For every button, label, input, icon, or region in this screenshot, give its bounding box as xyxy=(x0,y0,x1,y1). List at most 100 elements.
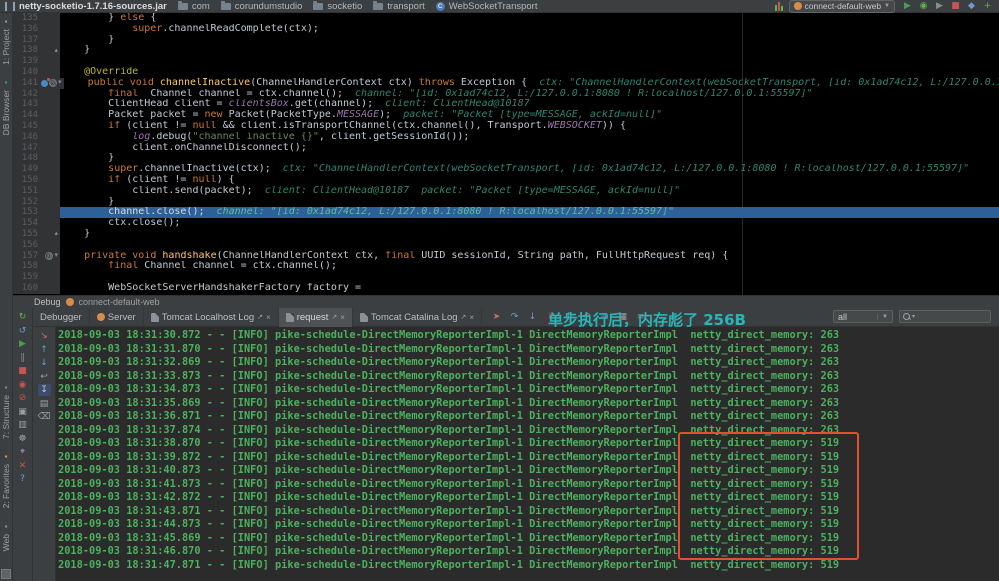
detach-tab-icon[interactable]: ↗ xyxy=(461,313,467,321)
debug-button[interactable]: ◉ xyxy=(917,0,930,12)
log-level-filter-select[interactable]: all ▼ xyxy=(833,310,893,323)
resume-icon[interactable]: ▶ xyxy=(16,338,29,350)
breadcrumb-item[interactable]: socketio xyxy=(313,1,362,12)
editor-gutter[interactable]: 152 xyxy=(13,196,60,208)
code-line[interactable]: 140 @Override xyxy=(13,66,999,78)
code-line[interactable]: 146 log.debug("channel inactive {}", cli… xyxy=(13,131,999,143)
rerun-icon[interactable]: ↺ xyxy=(16,325,29,337)
toolwindow-switcher-icon[interactable] xyxy=(1,569,11,579)
close-tab-icon[interactable]: × xyxy=(266,313,271,322)
code-line[interactable]: 157 @ ▾ private void handshake(ChannelHand… xyxy=(13,250,999,262)
console-output[interactable]: 2018-09-03 18:31:30.872 - - [INFO] pike-… xyxy=(56,327,999,581)
print-icon[interactable]: ▤ xyxy=(38,398,51,410)
editor-gutter[interactable]: 143 xyxy=(13,99,60,111)
editor-gutter[interactable]: 145 xyxy=(13,120,60,132)
editor-gutter[interactable]: 150 xyxy=(13,174,60,186)
fold-start-icon[interactable]: ▾ xyxy=(54,252,58,260)
editor-gutter[interactable]: 157 @ ▾ xyxy=(13,250,60,262)
code-line[interactable]: 143 ClientHead client = clientsBox.get(c… xyxy=(13,99,999,111)
code-line[interactable]: 150 if (client != null) { xyxy=(13,174,999,186)
run-button[interactable]: ▶ xyxy=(901,0,914,12)
editor-gutter[interactable]: 151 xyxy=(13,185,60,197)
run-with-coverage-button[interactable]: ▶ xyxy=(933,0,946,12)
tab-tomcat-catalina-log[interactable]: Tomcat Catalina Log ↗ × xyxy=(353,307,483,327)
show-execution-point-icon[interactable]: ➤ xyxy=(490,311,503,323)
editor-gutter[interactable]: 140 xyxy=(13,66,60,78)
breadcrumb-item[interactable]: transport xyxy=(373,1,425,12)
view-breakpoints-icon[interactable]: ◉ xyxy=(16,379,29,391)
tab-debugger[interactable]: Debugger xyxy=(33,307,90,327)
soft-wrap-icon[interactable]: ↩ xyxy=(38,371,51,383)
code-line[interactable]: 145 if (client != null && client.isTrans… xyxy=(13,120,999,132)
code-line[interactable]: 152 } xyxy=(13,196,999,208)
execution-line[interactable]: 153 channel.close(); channel: "[id: 0x1a… xyxy=(13,207,999,219)
attach-debugger-icon[interactable]: ◆ xyxy=(965,0,978,12)
editor-gutter[interactable]: 146 xyxy=(13,131,60,143)
code-line[interactable]: 139 xyxy=(13,56,999,67)
breadcrumb-item[interactable]: corundumstudio xyxy=(220,1,302,12)
run-configuration-select[interactable]: connect-default-web ▼ xyxy=(788,0,895,13)
code-line[interactable]: 156 xyxy=(13,239,999,251)
code-line[interactable]: 141 @ ▾ public void channelInactive(Channe… xyxy=(13,77,999,89)
editor-gutter[interactable]: 142 xyxy=(13,88,60,100)
tab-server[interactable]: Server xyxy=(90,307,144,327)
code-line[interactable]: 138 ▴ } xyxy=(13,45,999,57)
fold-end-icon[interactable]: ▴ xyxy=(54,230,58,238)
editor-gutter[interactable]: 158 xyxy=(13,261,60,273)
tab-request[interactable]: request ↗ × xyxy=(278,307,353,327)
breadcrumb-item[interactable]: com xyxy=(177,1,210,12)
editor-gutter[interactable]: 160 xyxy=(13,282,60,294)
settings-icon[interactable]: ☸ xyxy=(16,433,29,445)
code-editor[interactable]: 135 } else {136 super.channelReadComplet… xyxy=(13,13,999,295)
editor-gutter[interactable]: 141 @ ▾ xyxy=(13,77,64,89)
editor-gutter[interactable]: 149 xyxy=(13,164,60,175)
editor-gutter[interactable]: 154 xyxy=(13,218,60,229)
breadcrumb-item[interactable]: C WebSocketTransport xyxy=(435,1,537,12)
stop-icon[interactable]: ■ xyxy=(16,365,29,377)
override-icon[interactable]: @ xyxy=(49,79,57,88)
fold-start-icon[interactable]: ▾ xyxy=(58,79,62,87)
restore-layout-icon[interactable]: ▥ xyxy=(16,419,29,431)
code-line[interactable]: 148 } xyxy=(13,153,999,165)
editor-gutter[interactable]: 159 xyxy=(13,272,60,283)
show-execution-point-icon[interactable]: ↘ xyxy=(38,330,51,342)
code-line[interactable]: 155 ▴ } xyxy=(13,228,999,240)
editor-gutter[interactable]: 155 ▴ xyxy=(13,228,60,240)
editor-gutter[interactable]: 137 xyxy=(13,34,60,46)
code-line[interactable]: 154 ctx.close(); xyxy=(13,218,999,229)
editor-gutter[interactable]: 148 xyxy=(13,153,60,165)
down-stack-trace-icon[interactable]: ↓ xyxy=(38,357,51,369)
console-search-input[interactable]: ▾ xyxy=(899,310,991,323)
code-line[interactable]: 142 final Channel channel = ctx.channel(… xyxy=(13,88,999,100)
editor-gutter[interactable]: 136 xyxy=(13,23,60,35)
mute-breakpoints-icon[interactable]: ⊘ xyxy=(16,392,29,404)
clear-all-icon[interactable]: ⌫ xyxy=(38,411,51,423)
code-line[interactable]: 149 super.channelInactive(ctx); ctx: "Ch… xyxy=(13,164,999,175)
sidebar-item-structure[interactable]: ▪ 7: Structure xyxy=(1,384,11,439)
code-line[interactable]: 137 } xyxy=(13,34,999,46)
fold-end-icon[interactable]: ▴ xyxy=(54,47,58,55)
code-line[interactable]: 159 xyxy=(13,272,999,283)
code-line[interactable]: 135 } else { xyxy=(13,13,999,24)
close-icon[interactable]: ✕ xyxy=(16,460,29,472)
code-line[interactable]: 136 super.channelReadComplete(ctx); xyxy=(13,23,999,35)
plant-tool-icon[interactable]: + xyxy=(981,0,994,12)
editor-gutter[interactable]: 144 xyxy=(13,110,60,121)
sidebar-item-db-browser[interactable]: ▪ DB Browser xyxy=(1,78,11,135)
tab-tomcat-localhost-log[interactable]: Tomcat Localhost Log ↗ × xyxy=(144,307,279,327)
pause-icon[interactable]: ∥ xyxy=(16,352,29,364)
sidebar-item-project[interactable]: ▪ 1: Project xyxy=(1,18,11,65)
editor-gutter[interactable]: 138 ▴ xyxy=(13,45,60,57)
breakpoint-icon[interactable] xyxy=(41,77,50,87)
override-icon[interactable]: @ xyxy=(45,251,54,260)
pin-icon[interactable]: ⌖ xyxy=(16,446,29,458)
close-tab-icon[interactable]: × xyxy=(469,313,474,322)
up-stack-trace-icon[interactable]: ↑ xyxy=(38,344,51,356)
code-line[interactable]: 147 client.onChannelDisconnect(); xyxy=(13,142,999,154)
close-tab-icon[interactable]: × xyxy=(340,313,345,322)
code-line[interactable]: 158 final Channel channel = ctx.channel(… xyxy=(13,261,999,273)
step-over-icon[interactable]: ↷ xyxy=(508,311,521,323)
scroll-to-end-icon[interactable]: ↧ xyxy=(37,384,51,396)
code-line[interactable]: 144 Packet packet = new Packet(PacketTyp… xyxy=(13,110,999,121)
help-icon[interactable]: ? xyxy=(16,473,29,485)
